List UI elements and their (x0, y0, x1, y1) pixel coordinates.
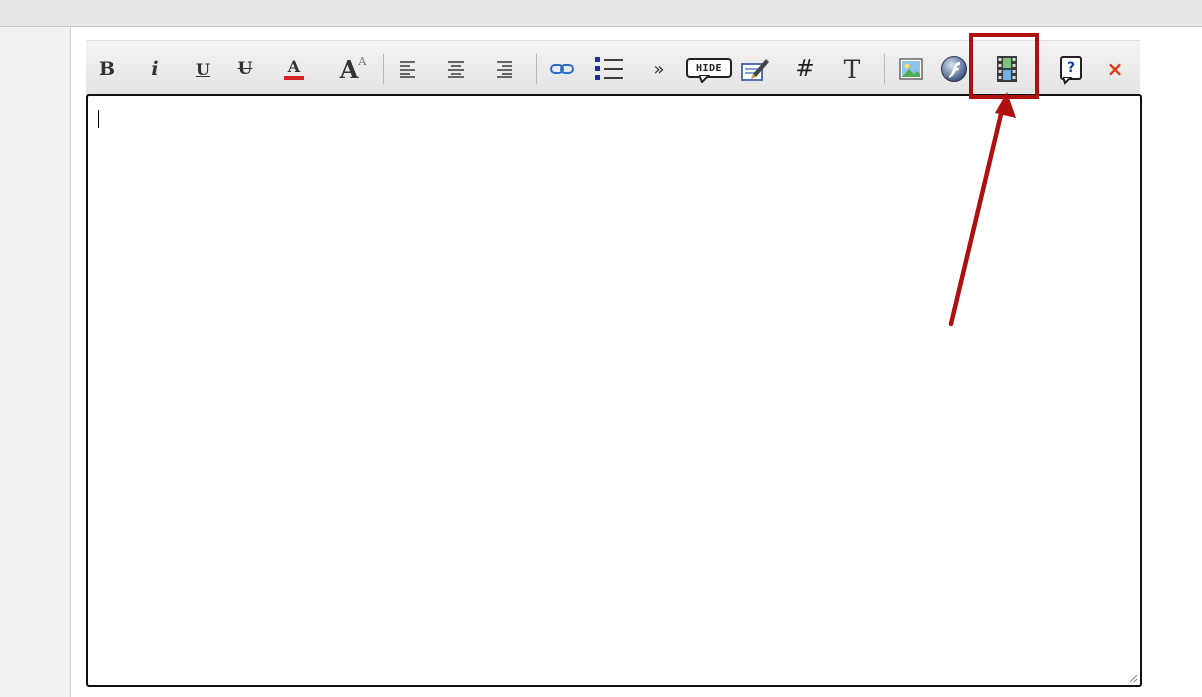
toolbar-separator (383, 54, 384, 84)
close-icon: × (1106, 57, 1124, 81)
code-button[interactable]: # (792, 55, 818, 83)
font-color-button[interactable]: A (280, 55, 308, 83)
align-right-button[interactable] (492, 55, 516, 83)
flash-icon (941, 56, 967, 82)
quote-button[interactable]: » (648, 55, 670, 83)
font-color-icon: A (287, 56, 301, 76)
font-color-bar (284, 75, 304, 80)
text-button[interactable]: T (838, 54, 866, 84)
italic-button[interactable]: i (142, 55, 168, 83)
hash-icon: # (795, 56, 815, 82)
message-editor[interactable] (86, 94, 1142, 687)
align-left-button[interactable] (396, 55, 420, 83)
font-size-icon: A (339, 54, 359, 84)
hide-tail (699, 75, 711, 83)
help-icon: ? (1059, 55, 1083, 85)
insert-image-button[interactable] (896, 55, 926, 83)
help-glyph: ? (1066, 60, 1076, 76)
video-button-highlight (969, 33, 1039, 99)
hide-label: HIDE (695, 62, 723, 74)
italic-icon: i (151, 58, 159, 80)
toolbar-separator (536, 54, 537, 84)
list-icon (595, 57, 623, 80)
align-left-icon (400, 61, 415, 78)
align-center-icon (448, 61, 464, 78)
toolbar-separator (884, 54, 885, 84)
top-bar (0, 0, 1202, 27)
help-button[interactable]: ? (1056, 55, 1086, 85)
align-right-icon (497, 61, 512, 78)
strikethrough-button[interactable]: U (232, 55, 258, 83)
edit-icon (741, 59, 769, 81)
quote-icon: » (653, 58, 665, 80)
bold-icon: B (98, 58, 116, 80)
resize-grip-icon[interactable] (1128, 673, 1138, 683)
strikethrough-icon: U (237, 59, 253, 79)
underline-icon: U (196, 59, 210, 79)
underline-button[interactable]: U (190, 55, 216, 83)
bold-button[interactable]: B (94, 55, 120, 83)
left-gutter (0, 27, 71, 697)
list-button[interactable] (592, 55, 626, 83)
edit-button[interactable] (738, 55, 772, 83)
font-size-button[interactable]: A A (336, 54, 370, 84)
insert-link-button[interactable] (548, 55, 576, 83)
hide-icon: HIDE (685, 56, 732, 83)
link-icon (550, 64, 574, 74)
font-size-sup-icon: A (358, 55, 367, 68)
help-tail (1063, 77, 1073, 85)
insert-flash-button[interactable] (938, 55, 970, 83)
hide-button[interactable]: HIDE (684, 55, 732, 83)
text-caret (98, 110, 99, 128)
text-icon: T (843, 54, 861, 84)
image-icon (899, 58, 923, 80)
align-center-button[interactable] (444, 55, 468, 83)
close-button[interactable]: × (1104, 55, 1126, 83)
